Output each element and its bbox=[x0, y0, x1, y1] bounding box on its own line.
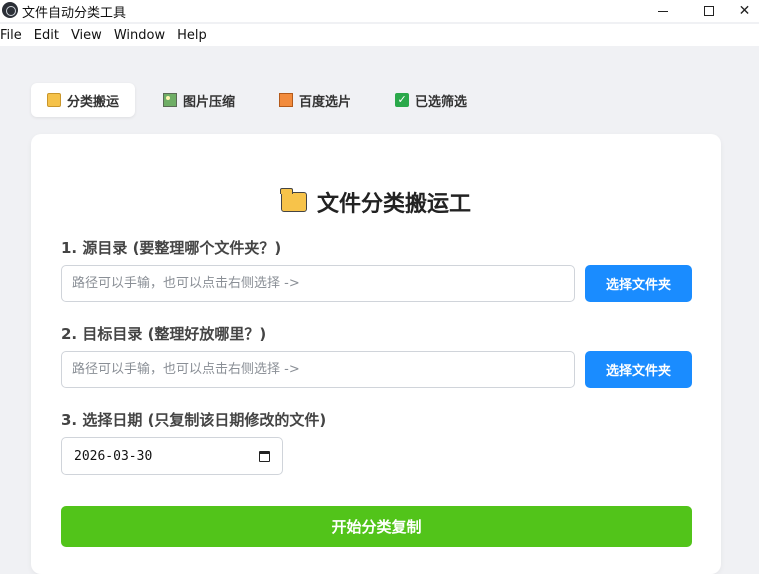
close-button[interactable]: ✕ bbox=[730, 0, 759, 22]
tab-label: 百度选片 bbox=[299, 94, 352, 110]
title-bar: 文件自动分类工具 ✕ bbox=[0, 0, 759, 22]
source-pick-folder-button[interactable]: 选择文件夹 bbox=[585, 265, 692, 302]
tab-label: 分类搬运 bbox=[67, 94, 120, 110]
main-card: 文件分类搬运工 1. 源目录 (要整理哪个文件夹？) 选择文件夹 2. 目标目录… bbox=[31, 134, 721, 574]
book-icon bbox=[279, 93, 294, 107]
source-dir-input[interactable] bbox=[61, 265, 575, 302]
tab-classify-move[interactable]: 分类搬运 bbox=[31, 83, 136, 117]
menu-bar: File Edit View Window Help bbox=[0, 24, 759, 46]
tab-selected-filter[interactable]: ✓ 已选筛选 bbox=[379, 83, 483, 117]
date-value: 2026-03-30 bbox=[74, 448, 153, 464]
calendar-icon[interactable] bbox=[259, 450, 270, 462]
folder-icon bbox=[47, 93, 61, 107]
start-copy-button[interactable]: 开始分类复制 bbox=[61, 506, 692, 547]
date-picker[interactable]: 2026-03-30 bbox=[61, 437, 283, 475]
page-title-row: 文件分类搬运工 bbox=[31, 186, 721, 218]
minimize-icon bbox=[658, 10, 668, 12]
maximize-button[interactable] bbox=[686, 0, 732, 22]
target-pick-folder-button[interactable]: 选择文件夹 bbox=[585, 351, 692, 388]
menu-view[interactable]: View bbox=[71, 28, 102, 43]
menu-help[interactable]: Help bbox=[177, 28, 207, 43]
menu-file[interactable]: File bbox=[0, 28, 22, 43]
checkbox-icon: ✓ bbox=[395, 93, 410, 107]
menu-edit[interactable]: Edit bbox=[34, 28, 59, 43]
app-icon bbox=[2, 2, 18, 18]
menu-window[interactable]: Window bbox=[114, 28, 165, 43]
tab-bar: 分类搬运 图片压缩 百度选片 ✓ 已选筛选 bbox=[31, 83, 483, 117]
tab-image-compress[interactable]: 图片压缩 bbox=[147, 83, 251, 117]
minimize-button[interactable] bbox=[640, 0, 686, 22]
source-dir-label: 1. 源目录 (要整理哪个文件夹？) bbox=[61, 239, 282, 257]
maximize-icon bbox=[704, 6, 714, 16]
tab-label: 图片压缩 bbox=[183, 94, 236, 110]
open-folder-icon bbox=[280, 188, 307, 212]
date-label: 3. 选择日期 (只复制该日期修改的文件) bbox=[61, 411, 327, 429]
page-title: 文件分类搬运工 bbox=[316, 192, 471, 217]
close-icon: ✕ bbox=[738, 3, 751, 19]
target-dir-input[interactable] bbox=[61, 351, 575, 388]
target-dir-label: 2. 目标目录 (整理好放哪里？) bbox=[61, 325, 267, 343]
tab-baidu-select[interactable]: 百度选片 bbox=[263, 83, 367, 117]
image-icon bbox=[163, 93, 178, 107]
tab-label: 已选筛选 bbox=[415, 94, 468, 110]
window-title: 文件自动分类工具 bbox=[22, 6, 127, 21]
